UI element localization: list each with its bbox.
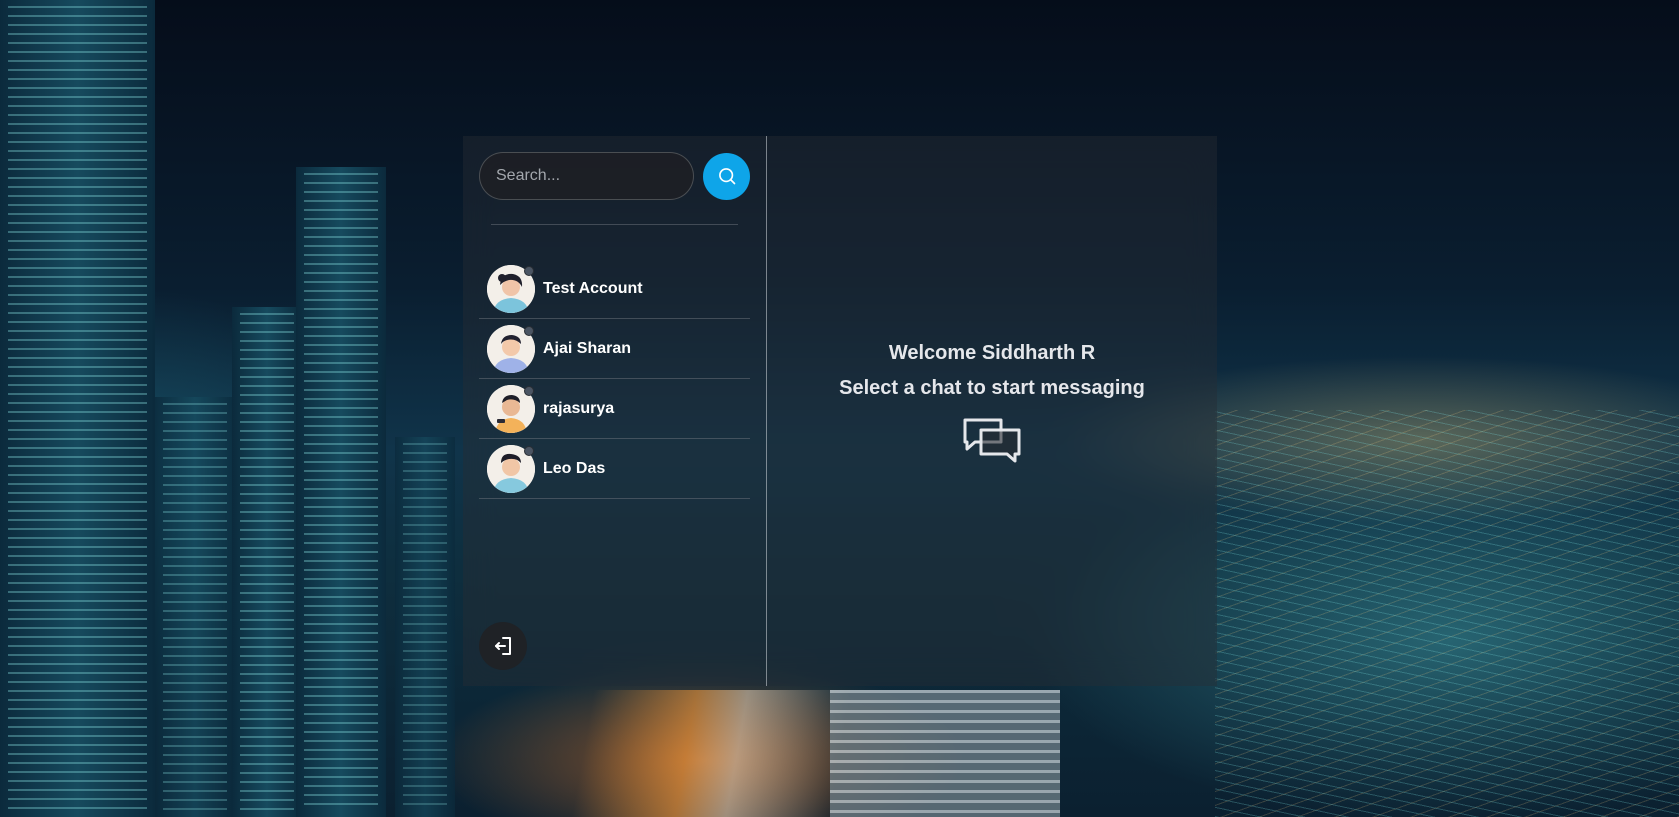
building [395,437,455,817]
logout-icon [495,637,511,655]
conversation-name: Leo Das [543,459,606,477]
search-icon [718,168,735,185]
city-lights [1215,410,1679,817]
building [296,167,386,817]
conversation-item[interactable]: Leo Das [479,439,750,499]
conversation-list: Test Account Ajai Sharan rajasurya Leo D… [479,259,750,499]
building [155,397,235,817]
conversation-name: Ajai Sharan [543,339,632,357]
conversation-item[interactable]: rajasurya [479,379,750,439]
no-chat-selected: Welcome Siddharth R Select a chat to sta… [767,136,1217,686]
conversation-item[interactable]: Test Account [479,259,750,319]
offline-status-dot [524,265,534,276]
building [0,0,155,817]
sidebar: Test Account Ajai Sharan [463,136,767,686]
conversation-item[interactable]: Ajai Sharan [479,319,750,379]
search-button[interactable] [703,152,750,200]
avatar [487,384,535,433]
chat-app-panel: Test Account Ajai Sharan [463,136,1217,686]
avatar [487,324,535,373]
offline-status-dot [524,445,534,456]
welcome-message: Welcome Siddharth R [888,342,1096,364]
divider [491,224,738,225]
avatar [487,444,535,493]
search-input[interactable] [479,152,694,200]
avatar [487,264,535,313]
logout-button[interactable] [479,622,527,670]
building [232,307,302,817]
building [830,690,1060,817]
offline-status-dot [524,325,534,336]
search-form [479,152,750,200]
chat-bubbles-icon [963,418,1021,463]
welcome-subtitle: Select a chat to start messaging [839,377,1145,399]
offline-status-dot [524,385,534,396]
conversation-name: rajasurya [543,399,615,417]
conversation-name: Test Account [543,279,643,297]
